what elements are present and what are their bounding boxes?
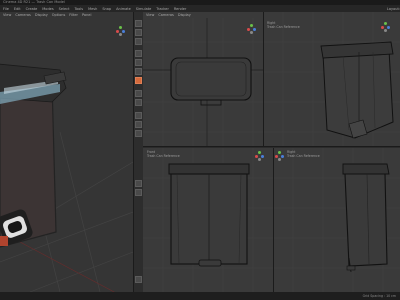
side-nav-gizmo[interactable] [275, 151, 285, 161]
perspective-viewport[interactable]: View Cameras Display Options Filter Pane… [0, 12, 133, 292]
menu-mesh[interactable]: Mesh [88, 7, 97, 11]
perspective-render [0, 12, 133, 292]
menu-snap[interactable]: Snap [102, 7, 111, 11]
vp-menu-cameras[interactable]: Cameras [158, 13, 174, 17]
front-nav-gizmo[interactable] [255, 151, 265, 161]
vp-menu-view[interactable]: View [3, 13, 11, 17]
viewport-divider[interactable] [273, 148, 274, 292]
points-mode-button[interactable] [135, 50, 142, 57]
planar-workplane-button[interactable] [135, 130, 142, 137]
top-viewport[interactable]: View Cameras Display [143, 12, 263, 146]
right-ref-info: Trash Can Reference [267, 25, 300, 29]
menubar: File Edit Create Modes Select Tools Mesh… [0, 5, 400, 12]
vp-menu-cameras[interactable]: Cameras [15, 13, 31, 17]
menu-tracker[interactable]: Tracker [156, 7, 169, 11]
soft-selection-button[interactable] [135, 180, 142, 187]
menu-animate[interactable]: Animate [116, 7, 131, 11]
snap-button[interactable] [135, 99, 142, 106]
vp-menu-display[interactable]: Display [178, 13, 191, 17]
front-viewport[interactable]: Front Trash Can Reference [143, 148, 273, 292]
settings-button[interactable] [135, 276, 142, 283]
right-viewport[interactable]: Right Trash Can Reference [263, 12, 400, 146]
right-nav-gizmo[interactable] [381, 22, 391, 32]
menu-edit[interactable]: Edit [14, 7, 21, 11]
viewport-divider[interactable] [143, 146, 400, 147]
vp-menu-options[interactable]: Options [52, 13, 66, 17]
layout-label[interactable]: Layout: [387, 7, 400, 11]
menu-simulate[interactable]: Simulate [136, 7, 151, 11]
perspective-header: View Cameras Display Options Filter Pane… [0, 12, 133, 18]
side-ref-info: Trash Can Reference [287, 154, 320, 158]
viewport-divider[interactable] [133, 12, 134, 292]
enable-axis-button[interactable] [135, 90, 142, 97]
viewport-divider[interactable] [263, 12, 264, 146]
front-render [143, 148, 273, 292]
menu-modes[interactable]: Modes [42, 7, 53, 11]
menu-tools[interactable]: Tools [74, 7, 83, 11]
side-render [273, 148, 400, 292]
locked-workplane-button[interactable] [135, 121, 142, 128]
menu-file[interactable]: File [3, 7, 9, 11]
menu-create[interactable]: Create [26, 7, 38, 11]
side-viewport[interactable]: Right Trash Can Reference [273, 148, 400, 292]
model-mode-button[interactable] [135, 77, 142, 84]
front-ref-info: Trash Can Reference [147, 154, 180, 158]
menu-render[interactable]: Render [174, 7, 186, 11]
vp-menu-view[interactable]: View [146, 13, 154, 17]
vp-menu-filter[interactable]: Filter [69, 13, 78, 17]
vp-menu-panel[interactable]: Panel [82, 13, 91, 17]
status-bar: Grid Spacing : 10 cm [0, 292, 400, 300]
tool-strip [134, 12, 143, 292]
rotate-tool-button[interactable] [135, 38, 142, 45]
edges-mode-button[interactable] [135, 59, 142, 66]
symmetry-button[interactable] [135, 189, 142, 196]
move-tool-button[interactable] [135, 20, 142, 27]
top-nav-gizmo[interactable] [247, 24, 257, 34]
perspective-nav-gizmo[interactable] [116, 26, 126, 36]
menu-select[interactable]: Select [59, 7, 70, 11]
top-render [143, 18, 263, 146]
polygons-mode-button[interactable] [135, 68, 142, 75]
vp-menu-display[interactable]: Display [35, 13, 48, 17]
scale-tool-button[interactable] [135, 29, 142, 36]
grid-spacing-readout: Grid Spacing : 10 cm [362, 294, 396, 298]
top-header: View Cameras Display [143, 12, 263, 18]
workplane-button[interactable] [135, 112, 142, 119]
right-render [263, 12, 400, 146]
